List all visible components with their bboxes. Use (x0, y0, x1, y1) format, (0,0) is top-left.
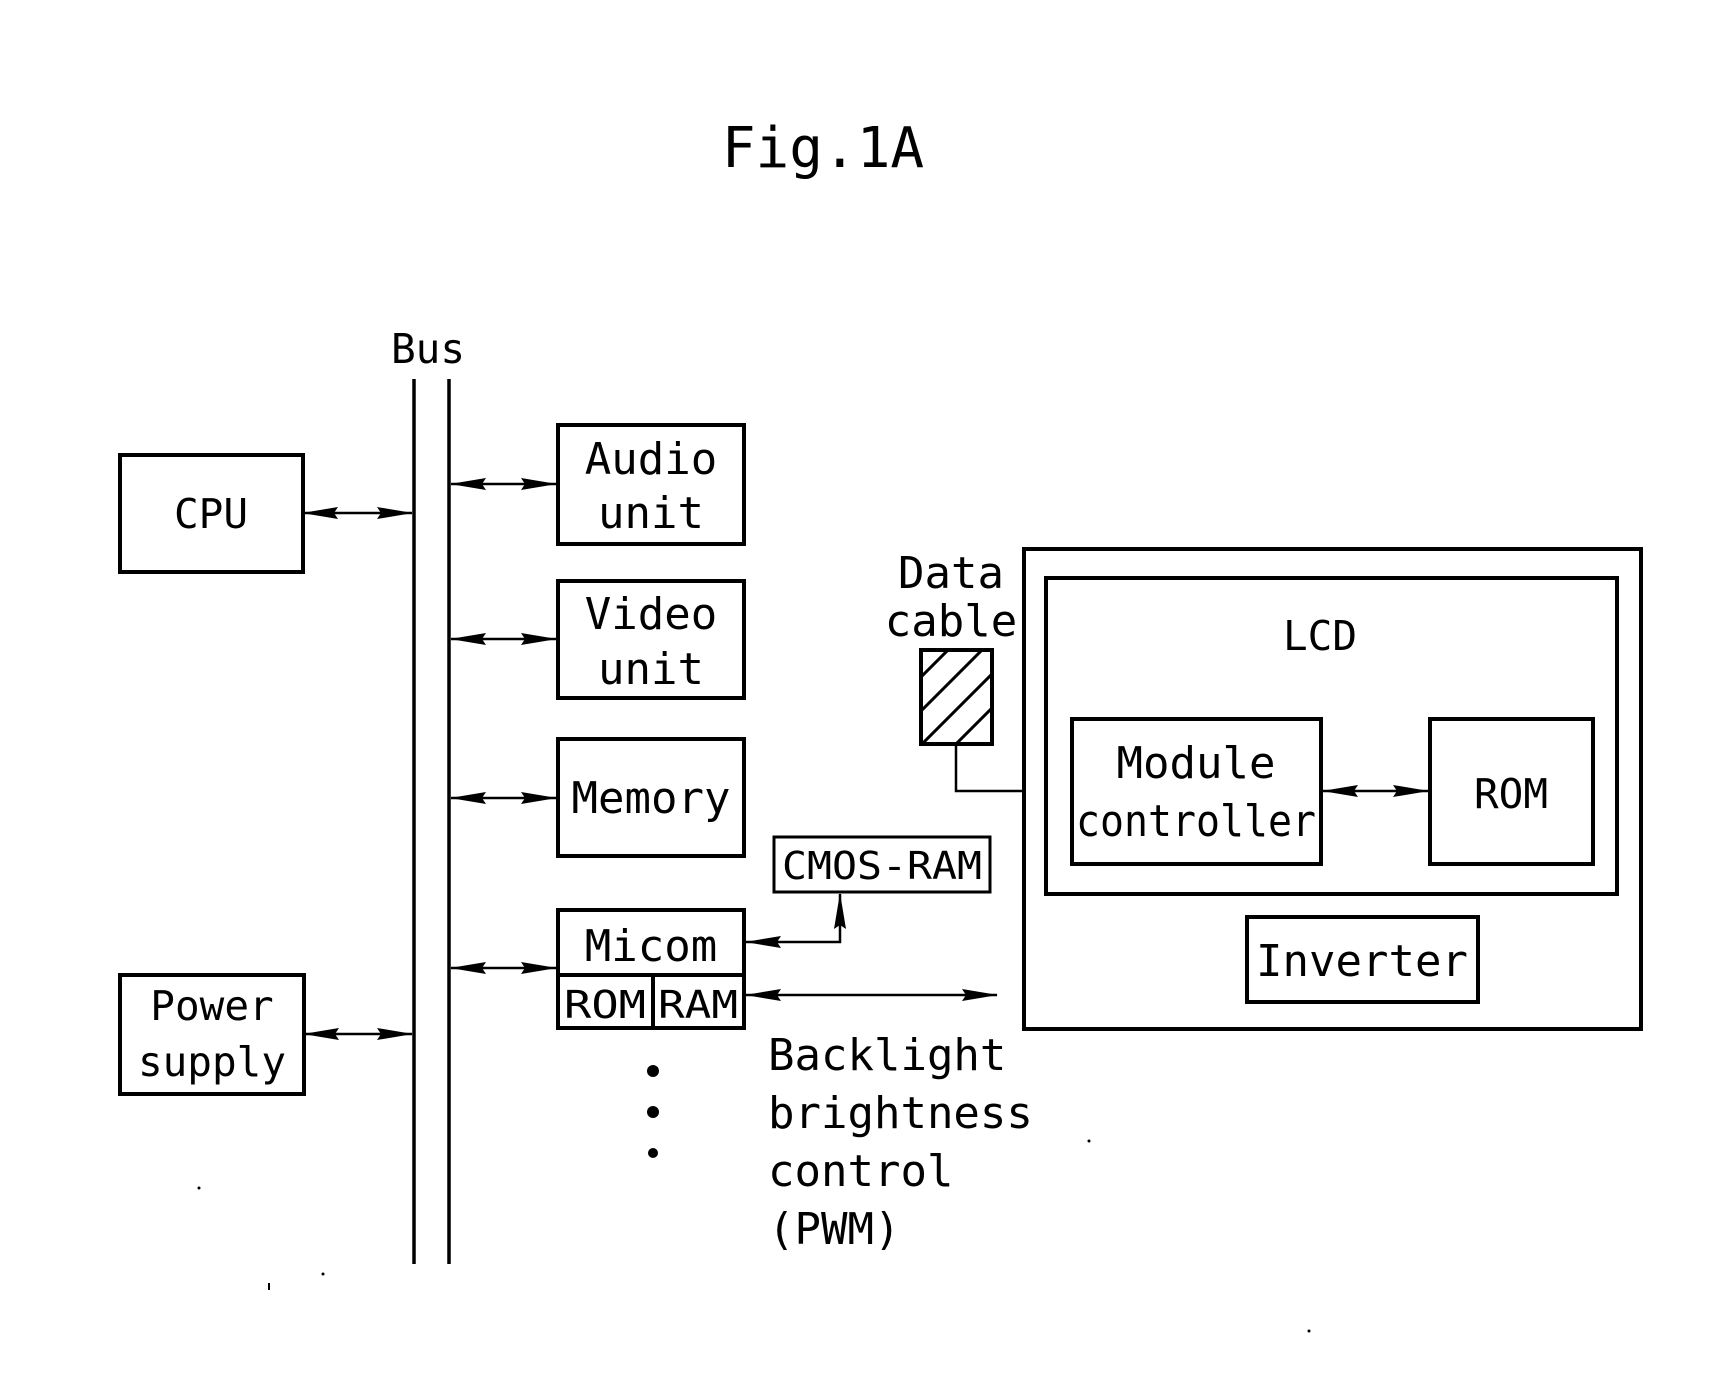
module-controller-label-line2: controller (1076, 796, 1316, 847)
data-cable: Data cable (885, 548, 1017, 746)
cmos-ram-label: CMOS-RAM (782, 844, 982, 888)
micom-label: Micom (585, 921, 717, 972)
module-controller-label-line1: Module (1117, 738, 1276, 789)
block-diagram: Fig.1A Bus CPU Power supply Audio unit V… (118, 116, 1643, 1333)
micom-ram-label: RAM (658, 983, 738, 1027)
data-cable-label-line2: cable (885, 596, 1017, 647)
power-supply-label-line1: Power (150, 982, 273, 1030)
backlight-line3: control (768, 1146, 953, 1197)
micom-rom-label: ROM (564, 983, 646, 1027)
power-supply-label-line2: supply (138, 1038, 286, 1086)
bus: Bus (391, 325, 465, 1264)
micom-block: Micom ROM RAM (556, 908, 746, 1030)
data-cable-label-line1: Data (898, 548, 1004, 599)
memory-block: Memory (556, 737, 746, 858)
video-unit-block: Video unit (556, 579, 746, 700)
display-module: LCD Module controller ROM Inverter (1022, 547, 1643, 1031)
backlight-line2: brightness (768, 1088, 1033, 1139)
backlight-line1: Backlight (768, 1030, 1006, 1081)
cmos-ram-block: CMOS-RAM (772, 835, 992, 894)
audio-unit-label-line2: unit (598, 488, 704, 539)
vertical-ellipsis (647, 1065, 659, 1158)
backlight-annotation: Backlight brightness control (PWM) (768, 1030, 1033, 1255)
inverter-label: Inverter (1256, 936, 1468, 987)
bus-label: Bus (391, 325, 465, 373)
scan-specks (197, 1139, 1311, 1333)
video-unit-label-line1: Video (585, 589, 717, 640)
lcd-rom-label: ROM (1474, 770, 1548, 818)
micom-cmos-arrow (745, 893, 846, 948)
audio-unit-label-line1: Audio (585, 434, 717, 485)
power-supply-block: Power supply (118, 973, 306, 1096)
data-cable-connector (919, 648, 994, 746)
cpu-label: CPU (174, 490, 248, 538)
backlight-line4: (PWM) (768, 1204, 900, 1255)
lcd-label: LCD (1283, 612, 1357, 660)
video-unit-label-line2: unit (598, 644, 704, 695)
figure-title: Fig.1A (722, 116, 924, 181)
audio-unit-block: Audio unit (556, 423, 746, 546)
cpu-block: CPU (118, 453, 305, 574)
memory-label: Memory (572, 773, 731, 824)
